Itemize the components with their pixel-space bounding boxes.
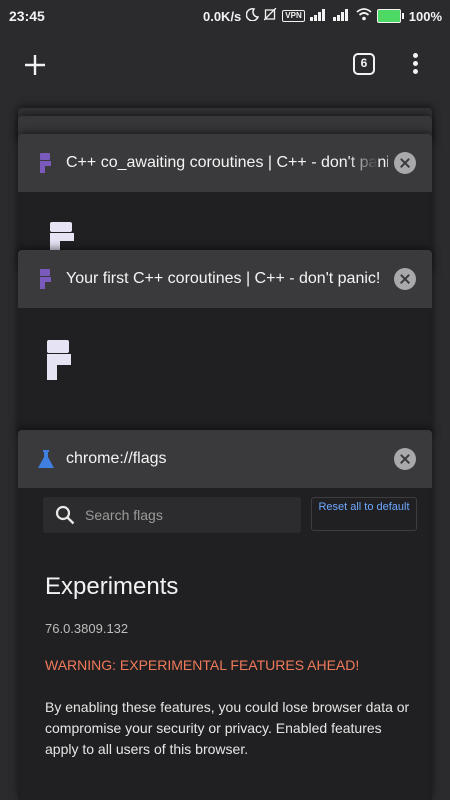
- tab-title: chrome://flags: [66, 450, 167, 467]
- signal-icon: [332, 8, 351, 24]
- tab-card[interactable]: chrome://flags Search flags Reset all to…: [18, 430, 432, 800]
- p-logo-icon: [40, 269, 51, 289]
- close-tab-button[interactable]: [394, 152, 416, 174]
- network-speed: 0.0K/s: [202, 8, 242, 24]
- search-flags-input[interactable]: Search flags: [43, 497, 301, 533]
- new-tab-button[interactable]: [22, 52, 48, 78]
- flask-icon: [38, 450, 54, 468]
- description-text: By enabling these features, you could lo…: [45, 699, 410, 757]
- tab-switcher-toolbar: 6: [0, 32, 450, 96]
- tab-thumbnail: [23, 308, 427, 440]
- tab-card[interactable]: Your first C++ coroutines | C++ - don't …: [18, 250, 432, 440]
- p-logo-icon: [40, 153, 51, 173]
- moon-icon: [246, 8, 260, 24]
- page-title: Experiments: [45, 573, 179, 600]
- close-tab-button[interactable]: [394, 268, 416, 290]
- tab-header: Your first C++ coroutines | C++ - don't …: [18, 250, 432, 308]
- search-icon: [55, 505, 75, 525]
- status-bar: 23:45 0.0K/s VPN 100%: [0, 0, 450, 32]
- reset-all-button[interactable]: Reset all to default: [311, 497, 417, 531]
- tab-title: Your first C++ coroutines | C++ - don't …: [66, 270, 381, 287]
- flags-page: Search flags Reset all to default Experi…: [23, 488, 427, 800]
- close-tab-button[interactable]: [394, 448, 416, 470]
- no-notification-icon: [263, 7, 277, 24]
- signal-icon: [309, 8, 328, 24]
- battery-icon: [376, 9, 404, 23]
- tab-count-button[interactable]: 6: [353, 53, 375, 75]
- battery-level: 100%: [408, 8, 442, 24]
- warning-text: WARNING: EXPERIMENTAL FEATURES AHEAD!: [45, 657, 360, 673]
- plus-icon: [25, 55, 45, 75]
- wifi-icon: [356, 8, 372, 24]
- status-icons: 0.0K/s VPN 100%: [203, 7, 442, 25]
- search-placeholder: Search flags: [85, 507, 163, 523]
- p-logo-icon: [50, 222, 74, 252]
- tab-header: chrome://flags: [18, 430, 432, 488]
- tab-title: C++ co_awaiting coroutines | C++ - don't…: [66, 154, 388, 171]
- status-time: 23:45: [9, 8, 45, 24]
- tab-header: C++ co_awaiting coroutines | C++ - don't…: [18, 134, 432, 192]
- overflow-menu-button[interactable]: [410, 53, 420, 79]
- p-logo-icon: [47, 340, 71, 380]
- vpn-icon: VPN: [282, 10, 305, 22]
- version-label: 76.0.3809.132: [45, 621, 129, 636]
